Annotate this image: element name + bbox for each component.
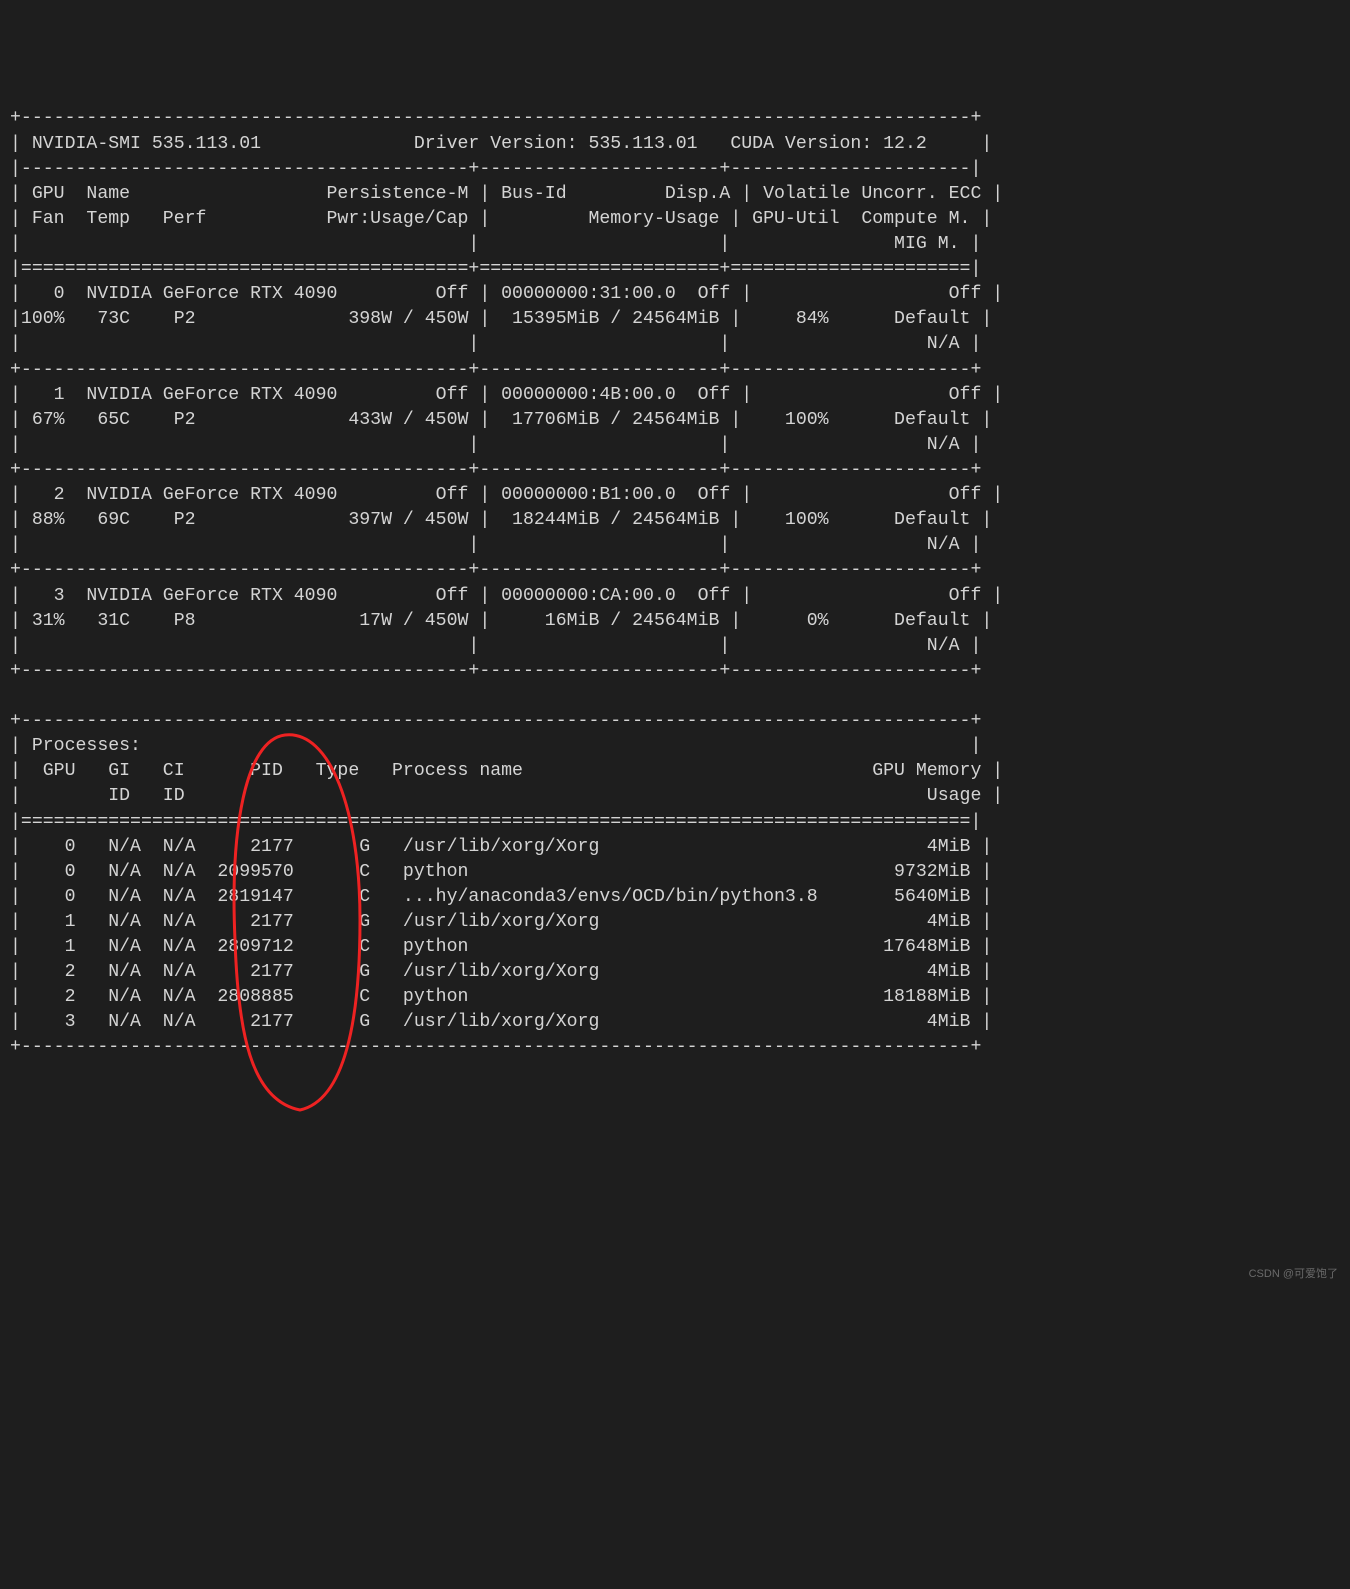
terminal-output: +---------------------------------------… [0,100,1350,1388]
watermark: CSDN @可爱饱了 [1249,1267,1338,1282]
